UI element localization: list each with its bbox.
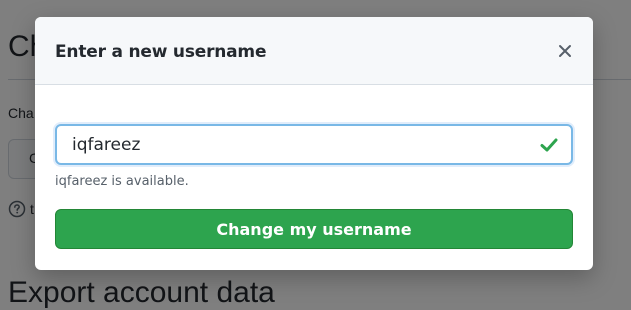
- dialog-title: Enter a new username: [55, 42, 267, 62]
- check-icon: [540, 138, 558, 152]
- close-button[interactable]: [555, 41, 575, 61]
- close-icon: [559, 45, 571, 57]
- submit-label: Change my username: [216, 219, 412, 239]
- username-field[interactable]: [55, 124, 573, 165]
- username-input[interactable]: [57, 126, 571, 163]
- change-username-submit-button[interactable]: Change my username: [55, 209, 573, 249]
- username-dialog: Enter a new username iqfareez is availab…: [35, 17, 593, 270]
- availability-message: iqfareez is available.: [55, 174, 189, 189]
- dialog-header: Enter a new username: [35, 17, 593, 85]
